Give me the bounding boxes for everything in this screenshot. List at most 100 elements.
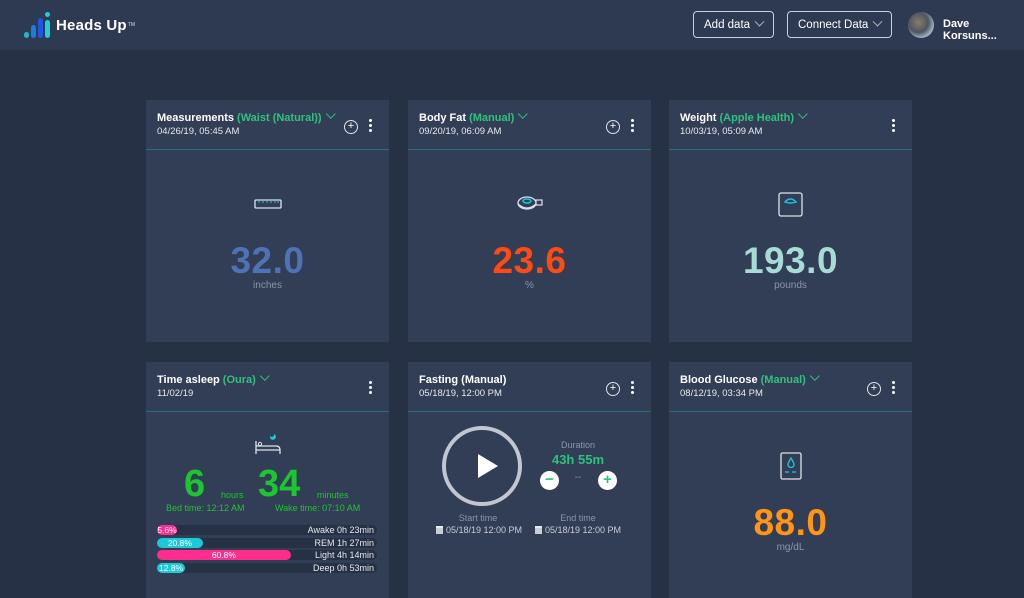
more-options-icon[interactable]: [630, 119, 634, 133]
chevron-down-icon: [872, 16, 883, 27]
source-selector[interactable]: (Oura): [223, 374, 256, 386]
card-date: 04/26/19, 05:45 AM: [157, 126, 240, 137]
title-text: Time asleep: [157, 374, 220, 386]
source-selector[interactable]: (Waist (Natural)): [237, 112, 322, 124]
start-time-field[interactable]: 05/18/19 12:00 PM: [436, 525, 522, 535]
adjust-value: --: [574, 472, 582, 483]
source-selector[interactable]: (Apple Health): [719, 112, 794, 124]
glucose-meter-icon: [669, 452, 912, 480]
add-entry-button[interactable]: +: [344, 120, 358, 134]
sleep-stage-label: Deep 0h 53min: [312, 562, 374, 573]
source-selector[interactable]: (Manual): [761, 374, 806, 386]
ruler-icon: [146, 199, 389, 209]
fasting-card: Fasting (Manual) 05/18/19, 12:00 PM + Du…: [408, 362, 651, 598]
card-date: 08/12/19, 03:34 PM: [680, 388, 763, 399]
hours-label: hours: [221, 490, 244, 500]
end-time-field[interactable]: 05/18/19 12:00 PM: [535, 525, 621, 535]
bed-icon: [146, 432, 389, 456]
top-bar: Heads Up TM Add data Connect Data Dave Ko…: [0, 0, 1024, 50]
user-name[interactable]: Dave Korsuns...: [943, 18, 1024, 42]
sleep-minutes: 34: [258, 463, 301, 505]
measurement-value: 32.0: [230, 240, 305, 281]
add-data-label: Add data: [704, 18, 751, 31]
sleep-stage-label: Awake 0h 23min: [307, 525, 374, 535]
card-header: Measurements (Waist (Natural)) 04/26/19, …: [146, 100, 389, 150]
body-fat-card: Body Fat (Manual) 09/20/19, 06:09 AM + 23…: [408, 100, 651, 342]
duration-value: 43h 55m: [551, 452, 605, 467]
logo[interactable]: Heads Up TM: [22, 12, 135, 38]
card-title: Blood Glucose (Manual): [680, 371, 820, 386]
end-time-label: End time: [560, 513, 596, 523]
more-options-icon[interactable]: [368, 119, 372, 133]
chevron-down-icon[interactable]: [809, 371, 820, 381]
more-options-icon[interactable]: [630, 381, 634, 395]
sleep-stage-percent: 20.8%: [157, 537, 203, 548]
chevron-down-icon[interactable]: [518, 109, 529, 119]
play-button[interactable]: [442, 426, 522, 506]
add-data-button[interactable]: Add data: [693, 11, 775, 38]
sleep-stage-bar: 12.8% Deep 0h 53min: [157, 562, 377, 573]
glucose-unit: mg/dL: [776, 542, 805, 553]
body-fat-unit: %: [525, 280, 534, 291]
sleep-stage-bar: 5.6% Awake 0h 23min: [157, 525, 377, 535]
body-fat-value: 23.6: [492, 240, 567, 281]
sleep-stage-bar: 60.8% Light 4h 14min: [157, 550, 377, 560]
minutes-label: minutes: [317, 490, 349, 500]
weight-unit: pounds: [774, 280, 807, 291]
connect-data-button[interactable]: Connect Data: [787, 11, 893, 38]
app-name: Heads Up: [56, 16, 127, 34]
start-time-label: Start time: [458, 513, 498, 523]
chevron-down-icon: [754, 16, 765, 27]
weight-card: Weight (Apple Health) 10/03/19, 05:09 AM …: [669, 100, 912, 342]
title-text: Body Fat: [419, 112, 467, 124]
decrease-button[interactable]: −: [540, 471, 559, 490]
more-options-icon[interactable]: [891, 381, 895, 395]
logo-icon: [22, 12, 52, 38]
chevron-down-icon[interactable]: [797, 109, 808, 119]
sleep-stage-percent: 12.8%: [157, 562, 186, 573]
start-time-value: 05/18/19 12:00 PM: [446, 525, 523, 535]
card-header: Fasting (Manual) 05/18/19, 12:00 PM +: [408, 362, 651, 412]
more-options-icon[interactable]: [368, 381, 372, 395]
card-date: 11/02/19: [157, 388, 194, 399]
card-header: Weight (Apple Health) 10/03/19, 05:09 AM: [669, 100, 912, 150]
title-text: Blood Glucose: [680, 374, 758, 386]
sleep-stage-percent: 60.8%: [157, 550, 291, 560]
add-entry-button[interactable]: +: [867, 382, 881, 396]
card-date: 05/18/19, 12:00 PM: [419, 388, 502, 399]
sleep-stage-label: Light 4h 14min: [314, 550, 374, 560]
weight-value: 193.0: [742, 240, 839, 281]
sleep-stage-label: REM 1h 27min: [314, 537, 374, 548]
card-header: Blood Glucose (Manual) 08/12/19, 03:34 PM…: [669, 362, 912, 412]
measurements-card: Measurements (Waist (Natural)) 04/26/19, …: [146, 100, 389, 342]
sleep-stage-percent: 5.6%: [157, 525, 177, 535]
card-header: Body Fat (Manual) 09/20/19, 06:09 AM +: [408, 100, 651, 150]
more-options-icon[interactable]: [891, 119, 895, 133]
time-asleep-card: Time asleep (Oura) 11/02/19 6 hours 34 mi…: [146, 362, 389, 598]
card-title: Body Fat (Manual): [419, 109, 529, 124]
add-entry-button[interactable]: +: [606, 120, 620, 134]
duration-label: Duration: [560, 440, 596, 450]
bed-time: Bed time: 12:12 AM: [166, 503, 245, 513]
card-title: Weight (Apple Health): [680, 109, 808, 124]
calendar-icon: [436, 526, 443, 534]
card-date: 09/20/19, 06:09 AM: [419, 126, 502, 137]
tape-measure-icon: [408, 195, 651, 213]
end-time-value: 05/18/19 12:00 PM: [545, 525, 622, 535]
source-selector[interactable]: (Manual): [469, 112, 514, 124]
card-title: Measurements (Waist (Natural)): [157, 109, 336, 124]
card-date: 10/03/19, 05:09 AM: [680, 126, 763, 137]
calendar-icon: [535, 526, 542, 534]
sleep-stage-bar: 20.8% REM 1h 27min: [157, 537, 377, 548]
measurement-unit: inches: [253, 280, 282, 291]
trademark: TM: [127, 22, 136, 28]
increase-button[interactable]: +: [598, 471, 617, 490]
title-text: Weight: [680, 112, 717, 124]
scale-icon: [669, 192, 912, 218]
avatar[interactable]: [908, 12, 934, 38]
chevron-down-icon[interactable]: [325, 109, 336, 119]
sleep-hours: 6: [184, 463, 206, 505]
card-title: Fasting (Manual): [419, 374, 507, 386]
add-entry-button[interactable]: +: [606, 382, 620, 396]
chevron-down-icon[interactable]: [259, 371, 270, 381]
